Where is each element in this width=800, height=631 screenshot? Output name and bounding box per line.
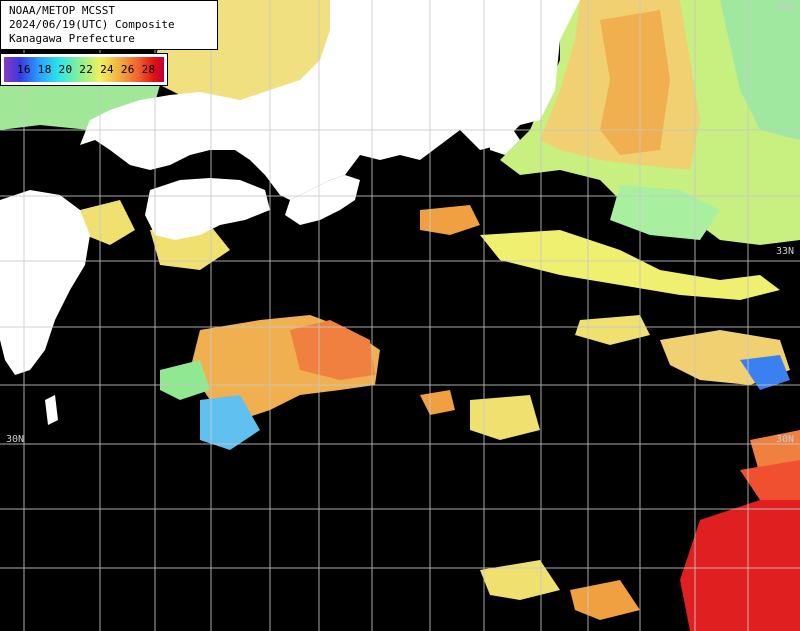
land-island-west [10, 242, 22, 262]
sst-patch-south-bottom [480, 560, 560, 600]
sst-patch-south-mid [470, 395, 540, 440]
map-canvas [0, 0, 800, 631]
sst-patch-southeast-hot [680, 480, 800, 631]
lat-label-33n-right: 33N [776, 246, 795, 257]
title-line-3: Kanagawa Prefecture [9, 32, 135, 45]
legend-labels: 16 18 20 22 24 26 28 [17, 63, 156, 76]
land-kyushu [0, 190, 90, 375]
title-box: NOAA/METOP MCSST 2024/06/19(UTC) Composi… [0, 0, 218, 50]
lat-label-30n-left: 30N [6, 434, 25, 445]
lat-label-30n-right: 30N [776, 434, 795, 445]
sst-patch-east-mid2 [575, 315, 650, 345]
sst-patch-kanto-orange [600, 10, 670, 155]
sst-patch-kii-south [420, 205, 480, 235]
land-tanegashima [45, 395, 58, 425]
sst-patch-south-bottom2 [570, 580, 640, 620]
lat-label-35n-right: 35N [776, 2, 795, 13]
land-shikoku [145, 178, 270, 240]
sst-map: 30N 30N 33N 35N NOAA/METOP MCSST 2024/06… [0, 0, 800, 631]
title-line-2: 2024/06/19(UTC) Composite [9, 18, 175, 31]
sst-patch-south-mid2 [420, 390, 455, 415]
title-line-1: NOAA/METOP MCSST [9, 4, 115, 17]
sst-patch-southeast-hot2 [740, 460, 800, 500]
temperature-legend: 16 18 20 22 24 26 28 [0, 53, 168, 86]
